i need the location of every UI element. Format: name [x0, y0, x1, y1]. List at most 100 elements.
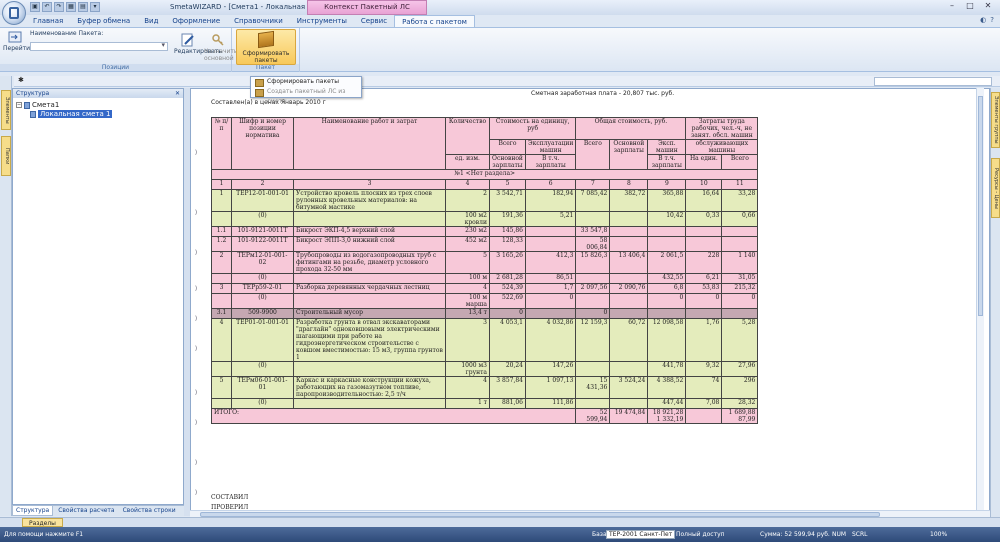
table-row[interactable]: 2 ТЕРм12-01-001-02 Трубопроводы из водогаз…	[211, 251, 759, 274]
form-packages-button[interactable]: Сформировать пакеты	[236, 29, 296, 65]
maximize-icon[interactable]: □	[962, 1, 978, 12]
cell-code: 509-9900	[231, 308, 294, 319]
tab-service[interactable]: Сервис	[354, 15, 394, 27]
table-row[interactable]: 1.1 101-9121-0011Т Бикрост ЭКП-4,5 верхний…	[211, 226, 759, 237]
table-row[interactable]: (0) 100 м2 681,28 86,51 432,55 6,21 31,05	[211, 273, 759, 284]
tab-clipboard[interactable]: Буфер обмена	[70, 15, 137, 27]
panel-tab-row-props[interactable]: Свойства строки	[120, 506, 179, 516]
undo-icon[interactable]: ↶	[42, 2, 52, 12]
pin-icon[interactable]: ✱	[18, 76, 24, 84]
assign-main-button[interactable]: Назначить основной	[204, 33, 237, 62]
row-marker-icon[interactable]: ⟩	[195, 149, 197, 156]
header-labor: Затраты труда рабочих, чел.-ч, не занят.…	[685, 117, 759, 140]
row-marker-icon[interactable]: ⟩	[195, 489, 197, 496]
collapse-icon[interactable]: −	[16, 102, 22, 108]
preview-icon[interactable]: ▤	[78, 2, 88, 12]
vertical-scrollbar[interactable]	[976, 88, 984, 510]
table-row[interactable]: (0) 1 т 881,06 111,86 447,44 7,08 28,32	[211, 398, 759, 409]
status-base-select[interactable]: ТЕР-2001 Санкт-Пет	[606, 530, 676, 539]
strip-tab-elements[interactable]: Элементы	[1, 90, 11, 130]
tab-home[interactable]: Главная	[26, 15, 70, 27]
cell-q: 452 м2	[445, 236, 490, 252]
ribbon-tabs: Главная Буфер обмена Вид Оформление Спра…	[26, 15, 475, 27]
toolbar-search-input[interactable]	[874, 77, 992, 86]
tab-tools[interactable]: Инструменты	[290, 15, 354, 27]
row-marker-icon[interactable]: ⟩	[195, 419, 197, 426]
print-icon[interactable]: ▦	[66, 2, 76, 12]
edit-icon	[181, 33, 194, 47]
menu-item-create-batch[interactable]: Создать пакетный ЛС из сметы	[251, 87, 361, 105]
panel-tab-calc-props[interactable]: Свойства расчета	[55, 506, 117, 516]
menu-item-form-packages[interactable]: Сформировать пакеты	[251, 77, 361, 87]
tree-node-local-estimate[interactable]: Локальная смета 1	[16, 110, 180, 119]
cell-l1: 74	[685, 376, 723, 399]
cell-l1: 0	[685, 293, 723, 309]
tab-formatting[interactable]: Оформление	[165, 15, 227, 27]
table-row[interactable]: 4 ТЕР01-01-001-01 Разработка грунта в отва…	[211, 318, 759, 362]
cell-t2	[609, 398, 649, 409]
cell-u1: 3 542,71	[489, 189, 526, 212]
minimize-icon[interactable]: –	[944, 1, 960, 12]
horizontal-scrollbar[interactable]	[190, 510, 990, 517]
table-row[interactable]: 1 ТЕР12-01-001-01 Устройство кровель плоск…	[211, 189, 759, 212]
row-marker-icon[interactable]: ⟩	[195, 345, 197, 352]
header-base-salary: Основной зарплаты	[489, 154, 526, 170]
help-icon[interactable]: ?	[990, 16, 994, 24]
row-marker-icon[interactable]: ⟩	[195, 285, 197, 292]
cell-t1	[575, 398, 611, 409]
tab-package[interactable]: Работа с пакетом	[394, 15, 475, 27]
cell-u1: 3 165,26	[489, 251, 526, 274]
batch-name-combo[interactable]	[30, 41, 168, 51]
cell-l2: 28,32	[721, 398, 759, 409]
group-positions: Наименование Пакета: Перейти Редактирова…	[0, 28, 237, 72]
row-marker-icon[interactable]: ⟩	[195, 209, 197, 216]
table-row[interactable]: 3 ТЕРр59-2-01 Разборка деревянных чердачны…	[211, 283, 759, 294]
strip-tab-folders[interactable]: Папки	[1, 136, 11, 176]
table-row[interactable]: (0) 100 м2 кровли 191,36 5,21 10,42 0,33 0,66	[211, 211, 759, 227]
cell-name: Трубопроводы из водогазопроводных труб с…	[293, 251, 446, 274]
cell-t3	[647, 236, 687, 252]
goto-button[interactable]: Перейти	[3, 30, 30, 52]
cell-n: 5	[211, 376, 232, 399]
cell-t2	[609, 226, 649, 237]
table-row[interactable]: 3.1 509-9900 Строительный мусор 13,4 т00	[211, 308, 759, 319]
app-logo-icon[interactable]	[2, 1, 26, 25]
edit-button[interactable]: Редактировать	[174, 33, 222, 55]
save-icon[interactable]: ▣	[30, 2, 40, 12]
close-icon[interactable]: ✕	[980, 1, 996, 12]
header-all: Всего	[721, 154, 759, 170]
cell-u1: 2 681,28	[489, 273, 526, 284]
cell-l2	[721, 308, 759, 319]
table-row[interactable]: (0) 100 м марша 522,69 0 0 0 0	[211, 293, 759, 309]
panel-close-icon[interactable]: ✕	[175, 89, 180, 98]
cell-name	[293, 361, 446, 377]
sheet-tab-sections[interactable]: Разделы	[22, 518, 63, 527]
cell-t3	[647, 226, 687, 237]
style-icon[interactable]: ◐	[980, 16, 986, 24]
qat-menu-icon[interactable]: ▾	[90, 2, 100, 12]
panel-tab-structure[interactable]: Структура	[12, 506, 54, 516]
cell-t3: 2 061,5	[647, 251, 687, 274]
redo-icon[interactable]: ↷	[54, 2, 64, 12]
scroll-thumb[interactable]	[978, 96, 983, 316]
cell-t3: 365,88	[647, 189, 687, 212]
package-icon	[258, 30, 274, 49]
row-marker-icon[interactable]: ⟩	[195, 389, 197, 396]
tab-references[interactable]: Справочники	[227, 15, 290, 27]
table-row[interactable]: 5 ТЕРм06-01-001-01 Каркас и каркасные конс…	[211, 376, 759, 399]
cell-code: 101-9121-0011Т	[231, 226, 294, 237]
tab-view[interactable]: Вид	[137, 15, 165, 27]
row-marker-icon[interactable]: ⟩	[195, 249, 197, 256]
table-row[interactable]: (0) 1000 м3 грунта 20,24 147,26 441,78 9,32 27…	[211, 361, 759, 377]
cell-u1: 3 857,84	[489, 376, 526, 399]
row-marker-icon[interactable]: ⟩	[195, 459, 197, 466]
row-marker-icon[interactable]: ⟩	[195, 315, 197, 322]
header-num: № п/п	[211, 117, 232, 170]
strip-tab-resources[interactable]: Ресурсы - Цены	[991, 158, 1000, 218]
table-row[interactable]: 1.2 101-9122-0011Т Бикрост ЭПП-3,0 нижний …	[211, 236, 759, 252]
structure-panel: Структура ✕ − Смета1 Локальная смета 1	[12, 88, 184, 505]
strip-tab-group-elements[interactable]: Элементы группы	[991, 92, 1000, 148]
cell-t3	[647, 308, 687, 319]
tree-node-estimate[interactable]: − Смета1	[16, 101, 180, 110]
key-icon	[212, 34, 224, 46]
